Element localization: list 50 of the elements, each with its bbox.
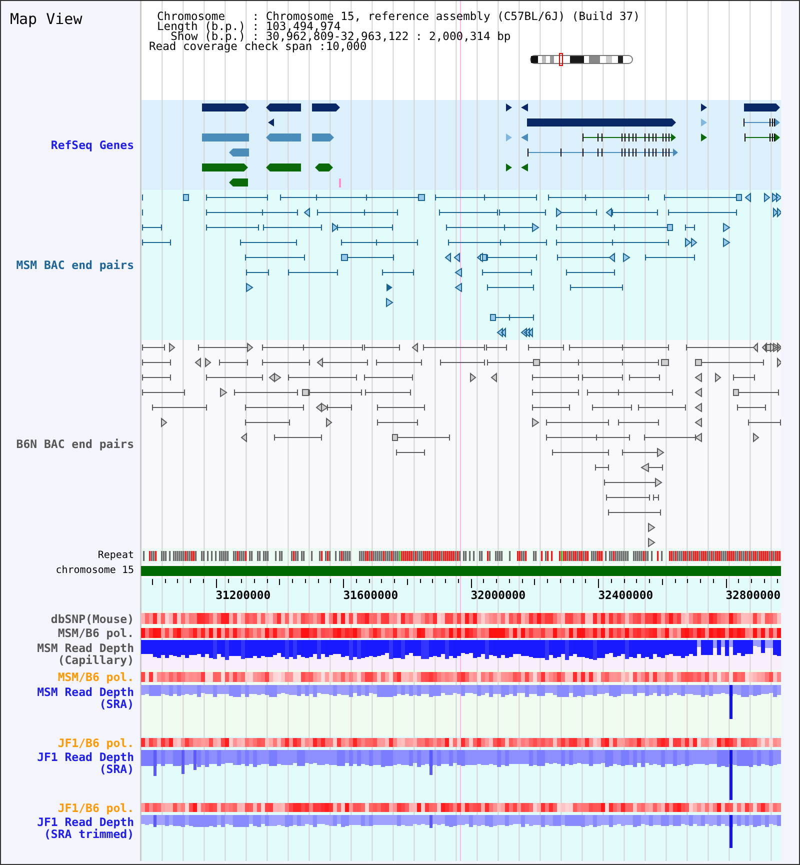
axis-label: 31200000 — [216, 589, 271, 602]
region-marker — [559, 53, 563, 66]
track-label: B6N BAC end pairs — [16, 438, 134, 450]
track-label: MSM Read Depth (Capillary) — [36, 642, 134, 666]
marker-tick — [339, 178, 341, 188]
track-label: MSM/B6 pol. — [58, 627, 134, 639]
gene-feature — [521, 104, 528, 112]
gene-feature — [266, 164, 301, 172]
gene-feature — [229, 148, 249, 156]
axis-label: 31600000 — [343, 589, 398, 602]
gene-feature — [202, 134, 249, 142]
axis-label: 32800000 — [726, 589, 781, 602]
gene-feature — [229, 178, 248, 186]
info-value: Chromosome 15, reference assembly (C57BL/6J) (Build 37) — [266, 12, 640, 22]
gene-feature — [268, 118, 274, 126]
gene-feature — [312, 134, 334, 142]
track-label: JF1/B6 pol. — [58, 802, 134, 814]
track-label: dbSNP(Mouse) — [50, 612, 134, 624]
info-label: Show (b.p.) : — [170, 32, 260, 42]
gene-feature — [521, 164, 528, 172]
track-label: JF1/B6 pol. — [58, 736, 134, 748]
axis-label: 32000000 — [470, 589, 526, 602]
track-label: MSM Read Depth (SRA) — [36, 686, 134, 710]
gene-feature — [744, 118, 780, 127]
gene-feature — [506, 164, 512, 172]
gene-feature — [744, 104, 780, 112]
page-title: Map View — [10, 10, 82, 28]
gene-feature — [506, 134, 512, 142]
gene-feature — [266, 134, 301, 142]
track-label: chromosome 15 — [56, 565, 134, 577]
track-label: RefSeq Genes — [50, 139, 134, 151]
axis-label: 32400000 — [598, 589, 654, 602]
gene-feature — [744, 133, 780, 142]
coverage-span-value: 10,000 — [326, 40, 367, 53]
info-label: Length (b.p.) : — [157, 22, 260, 32]
gene-feature — [521, 134, 528, 142]
gene-feature — [312, 104, 340, 112]
track-label: JF1 Read Depth (SRA trimmed) — [36, 816, 134, 840]
gene-feature — [202, 164, 248, 172]
track-label: MSM BAC end pairs — [16, 259, 134, 271]
gene-feature — [202, 104, 249, 112]
info-value: 30,962,809-32,963,122 : 2,000,314 bp — [266, 32, 512, 42]
info-value: 103,494,974 — [266, 22, 341, 32]
track-label: MSM/B6 pol. — [58, 671, 134, 683]
track-label: Repeat — [98, 550, 134, 562]
info-label: Chromosome : — [157, 12, 260, 22]
gene-feature — [506, 104, 512, 112]
track-label: JF1 Read Depth (SRA) — [36, 751, 134, 775]
gene-feature — [266, 104, 301, 112]
gene-feature — [315, 164, 333, 172]
